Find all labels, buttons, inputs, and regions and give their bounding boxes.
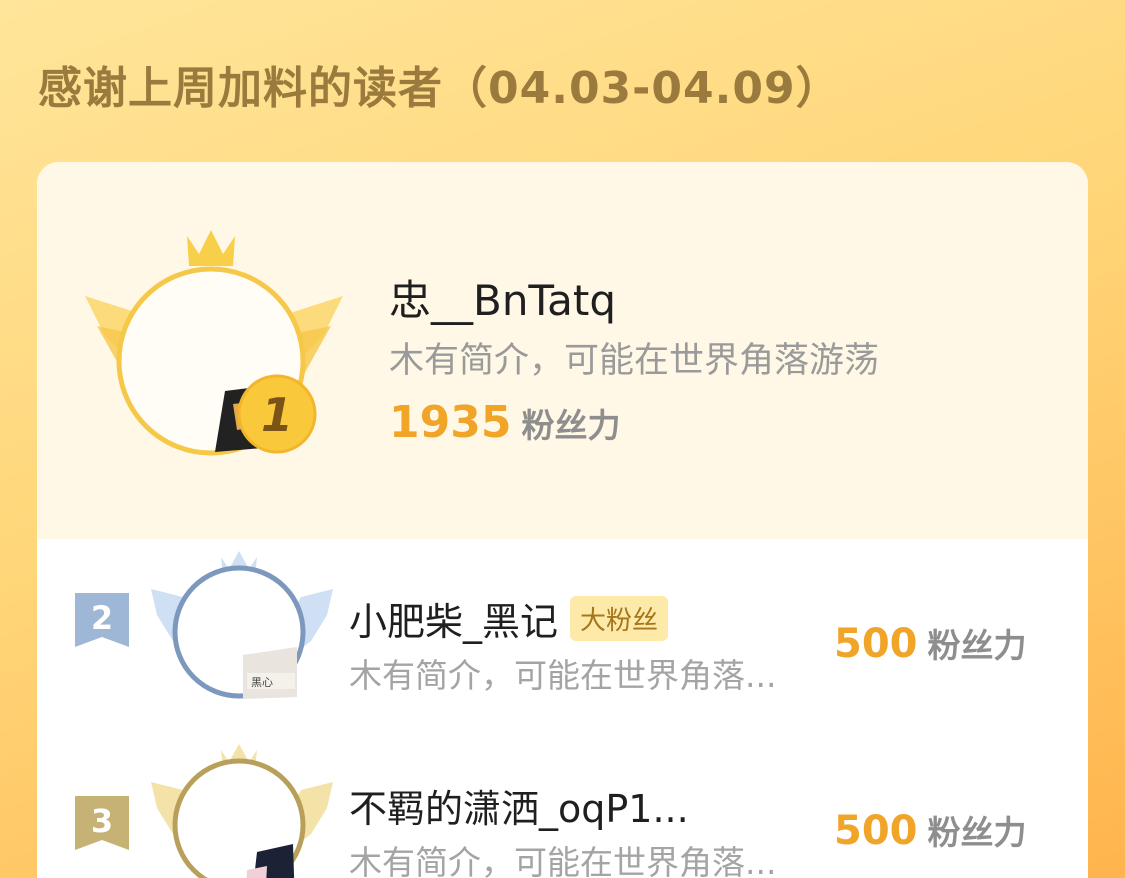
rank-1-bio: 木有简介，可能在世界角落游荡 (389, 341, 880, 381)
rank-3-name[interactable]: 不羁的潇洒_oqP1... (349, 778, 689, 833)
rank-1-entry[interactable]: 1 忠__BnTatq 木有简介，可能在世界角落游荡 1935 粉丝力 (37, 162, 1088, 539)
rank-3-avatar[interactable] (147, 740, 337, 878)
rank-2-badge-icon: 2 (75, 593, 129, 647)
svg-text:3: 3 (91, 802, 113, 840)
rank-3-score-unit: 粉丝力 (927, 813, 1027, 852)
rank-1-avatar[interactable]: 1 (85, 226, 345, 476)
super-fan-tag: 大粉丝 (570, 596, 669, 641)
rank-3-bio: 木有简介，可能在世界角落... (349, 843, 777, 878)
svg-text:黑心: 黑心 (251, 676, 273, 689)
rank-1-score-unit: 粉丝力 (521, 406, 621, 445)
rank-2-score: 500 粉丝力 (834, 619, 1027, 667)
rank-3-entry[interactable]: 3 不羁的潇洒_oqP1... 木有简介，可能在世界角落... 500 粉丝力 (37, 740, 1088, 878)
ranking-card: 1 忠__BnTatq 木有简介，可能在世界角落游荡 1935 粉丝力 2 黑心 … (37, 162, 1088, 878)
svg-text:2: 2 (91, 599, 113, 637)
page-title: 感谢上周加料的读者（04.03-04.09） (38, 63, 841, 114)
rank-2-name[interactable]: 小肥柴_黑记 大粉丝 (349, 591, 669, 646)
rank-2-avatar[interactable]: 黑心 (147, 547, 337, 712)
rank-2-name-text[interactable]: 小肥柴_黑记 (349, 600, 558, 644)
rank-2-score-value: 500 (834, 621, 918, 667)
rank-1-name[interactable]: 忠__BnTatq (389, 267, 616, 328)
crown-icon (187, 230, 235, 266)
rank-1-score: 1935 粉丝力 (389, 397, 620, 448)
svg-text:1: 1 (261, 388, 293, 442)
rank-2-entry[interactable]: 2 黑心 小肥柴_黑记 大粉丝 木有简介，可能在世界角落... 500 粉丝力 (37, 547, 1088, 717)
rank-3-score-value: 500 (834, 808, 918, 854)
rank-2-bio: 木有简介，可能在世界角落... (349, 656, 777, 695)
rank-3-score: 500 粉丝力 (834, 806, 1027, 854)
rank-2-score-unit: 粉丝力 (927, 626, 1027, 665)
rank-3-badge-icon: 3 (75, 796, 129, 850)
rank-1-score-value: 1935 (389, 397, 512, 448)
